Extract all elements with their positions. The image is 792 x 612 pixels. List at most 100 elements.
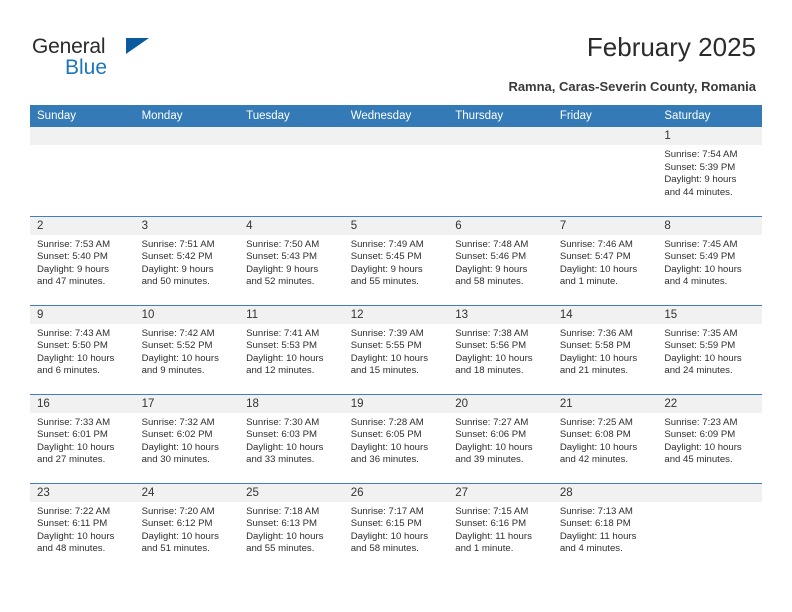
calendar-day-cell[interactable]: 6 Sunrise: 7:48 AM Sunset: 5:46 PM Daylight… bbox=[448, 215, 553, 305]
day-number: 8 bbox=[657, 216, 762, 235]
calendar-day-cell[interactable]: 11 Sunrise: 7:41 AM Sunset: 5:53 PM Dayligh… bbox=[239, 304, 344, 394]
calendar-day-cell-empty bbox=[134, 127, 240, 216]
daylight-duration-line2: and 55 minutes. bbox=[246, 543, 315, 555]
calendar-day-cell[interactable]: 19 Sunrise: 7:28 AM Sunset: 6:05 PM Dayligh… bbox=[343, 393, 449, 483]
sunrise-time: Sunrise: 7:13 AM bbox=[559, 505, 633, 517]
sunset-time: Sunset: 5:47 PM bbox=[559, 251, 631, 263]
calendar-day-cell[interactable]: 18 Sunrise: 7:30 AM Sunset: 6:03 PM Dayligh… bbox=[239, 393, 344, 483]
calendar-day-cell[interactable]: 9 Sunrise: 7:43 AM Sunset: 5:50 PM Daylight… bbox=[30, 304, 135, 394]
day-number: 10 bbox=[134, 305, 240, 324]
calendar-day-cell[interactable]: 2 Sunrise: 7:53 AM Sunset: 5:40 PM Daylight… bbox=[30, 215, 135, 305]
daylight-duration-line2: and 58 minutes. bbox=[350, 543, 419, 555]
daylight-duration-line1: Daylight: 10 hours bbox=[37, 352, 115, 364]
sunset-time: Sunset: 5:50 PM bbox=[37, 340, 108, 352]
daylight-duration-line1: Daylight: 10 hours bbox=[37, 530, 115, 542]
sunset-time: Sunset: 6:03 PM bbox=[246, 429, 318, 441]
day-number: 9 bbox=[30, 305, 135, 324]
day-details: Sunrise: 7:35 AM Sunset: 5:59 PM Daylight:… bbox=[657, 324, 762, 378]
calendar-day-cell[interactable]: 21 Sunrise: 7:25 AM Sunset: 6:08 PM Dayligh… bbox=[552, 393, 658, 483]
daylight-duration-line1: Daylight: 10 hours bbox=[559, 441, 638, 453]
daylight-duration-line2: and 58 minutes. bbox=[455, 276, 524, 288]
day-number: 28 bbox=[552, 483, 658, 502]
daylight-duration-line2: and 4 minutes. bbox=[664, 276, 728, 288]
day-number: 21 bbox=[552, 394, 658, 413]
sunset-time: Sunset: 6:13 PM bbox=[246, 518, 318, 530]
calendar-day-cell[interactable]: 10 Sunrise: 7:42 AM Sunset: 5:52 PM Dayligh… bbox=[134, 304, 240, 394]
calendar-week-row: 2 Sunrise: 7:53 AM Sunset: 5:40 PM Daylight… bbox=[30, 215, 762, 305]
calendar-day-cell[interactable]: 14 Sunrise: 7:36 AM Sunset: 5:58 PM Dayligh… bbox=[552, 304, 658, 394]
sunset-time: Sunset: 6:15 PM bbox=[350, 518, 422, 530]
calendar-day-cell[interactable]: 22 Sunrise: 7:23 AM Sunset: 6:09 PM Dayligh… bbox=[657, 393, 762, 483]
sunrise-time: Sunrise: 7:49 AM bbox=[350, 238, 424, 250]
logo-text-blue: Blue bbox=[65, 56, 108, 79]
sunset-time: Sunset: 6:18 PM bbox=[559, 518, 631, 530]
sunrise-time: Sunrise: 7:25 AM bbox=[559, 416, 633, 428]
daylight-duration-line1: Daylight: 9 hours bbox=[246, 263, 319, 275]
day-number bbox=[239, 127, 344, 145]
daylight-duration-line2: and 39 minutes. bbox=[455, 454, 524, 466]
day-number bbox=[343, 127, 449, 145]
calendar-day-cell[interactable]: 7 Sunrise: 7:46 AM Sunset: 5:47 PM Daylight… bbox=[552, 215, 658, 305]
day-details: Sunrise: 7:46 AM Sunset: 5:47 PM Daylight:… bbox=[553, 235, 658, 289]
calendar-day-cell[interactable]: 3 Sunrise: 7:51 AM Sunset: 5:42 PM Daylight… bbox=[134, 215, 240, 305]
column-header-wednesday: Wednesday bbox=[343, 105, 449, 127]
sunset-time: Sunset: 5:56 PM bbox=[455, 340, 527, 352]
daylight-duration-line2: and 45 minutes. bbox=[664, 454, 733, 466]
day-number: 12 bbox=[343, 305, 449, 324]
day-details: Sunrise: 7:18 AM Sunset: 6:13 PM Daylight:… bbox=[239, 502, 344, 556]
sunrise-time: Sunrise: 7:36 AM bbox=[559, 327, 633, 339]
sunset-time: Sunset: 6:01 PM bbox=[37, 429, 108, 441]
sunrise-time: Sunrise: 7:48 AM bbox=[455, 238, 529, 250]
sunrise-time: Sunrise: 7:43 AM bbox=[37, 327, 111, 339]
calendar-day-cell-empty bbox=[657, 482, 762, 572]
calendar-day-cell[interactable]: 8 Sunrise: 7:45 AM Sunset: 5:49 PM Daylight… bbox=[657, 215, 762, 305]
day-details: Sunrise: 7:54 AM Sunset: 5:39 PM Daylight:… bbox=[657, 145, 762, 199]
daylight-duration-line1: Daylight: 10 hours bbox=[141, 441, 219, 453]
day-details: Sunrise: 7:38 AM Sunset: 5:56 PM Daylight:… bbox=[448, 324, 553, 378]
day-details: Sunrise: 7:13 AM Sunset: 6:18 PM Daylight:… bbox=[553, 502, 658, 556]
daylight-duration-line1: Daylight: 10 hours bbox=[37, 441, 115, 453]
sunset-time: Sunset: 6:11 PM bbox=[37, 518, 108, 530]
day-number: 26 bbox=[343, 483, 449, 502]
daylight-duration-line2: and 42 minutes. bbox=[559, 454, 629, 466]
column-header-saturday: Saturday bbox=[657, 105, 762, 127]
day-number: 24 bbox=[134, 483, 240, 502]
sunrise-time: Sunrise: 7:18 AM bbox=[246, 505, 320, 517]
calendar-day-cell[interactable]: 12 Sunrise: 7:39 AM Sunset: 5:55 PM Dayligh… bbox=[343, 304, 449, 394]
sunrise-time: Sunrise: 7:32 AM bbox=[141, 416, 215, 428]
sunset-time: Sunset: 5:39 PM bbox=[664, 161, 736, 173]
calendar-day-cell[interactable]: 27 Sunrise: 7:15 AM Sunset: 6:16 PM Dayligh… bbox=[448, 482, 553, 572]
calendar-day-cell[interactable]: 4 Sunrise: 7:50 AM Sunset: 5:43 PM Daylight… bbox=[239, 215, 344, 305]
daylight-duration-line1: Daylight: 10 hours bbox=[246, 352, 324, 364]
day-details: Sunrise: 7:32 AM Sunset: 6:02 PM Daylight:… bbox=[135, 413, 240, 467]
day-number: 19 bbox=[343, 394, 449, 413]
calendar-day-cell[interactable]: 26 Sunrise: 7:17 AM Sunset: 6:15 PM Dayligh… bbox=[343, 482, 449, 572]
sunrise-time: Sunrise: 7:38 AM bbox=[455, 327, 529, 339]
calendar-day-cell[interactable]: 17 Sunrise: 7:32 AM Sunset: 6:02 PM Dayligh… bbox=[134, 393, 240, 483]
sunset-time: Sunset: 5:55 PM bbox=[350, 340, 422, 352]
day-details: Sunrise: 7:20 AM Sunset: 6:12 PM Daylight:… bbox=[135, 502, 240, 556]
day-number: 3 bbox=[134, 216, 240, 235]
daylight-duration-line2: and 1 minute. bbox=[455, 543, 514, 555]
daylight-duration-line2: and 44 minutes. bbox=[664, 186, 733, 198]
calendar-day-cell[interactable]: 15 Sunrise: 7:35 AM Sunset: 5:59 PM Dayligh… bbox=[657, 304, 762, 394]
calendar-day-cell[interactable]: 24 Sunrise: 7:20 AM Sunset: 6:12 PM Dayligh… bbox=[134, 482, 240, 572]
calendar-day-cell[interactable]: 1 Sunrise: 7:54 AM Sunset: 5:39 PM Daylight… bbox=[657, 127, 762, 216]
calendar-week-row: 1 Sunrise: 7:54 AM Sunset: 5:39 PM Daylight… bbox=[30, 127, 762, 216]
daylight-duration-line1: Daylight: 9 hours bbox=[455, 263, 528, 275]
general-blue-logo[interactable]: General Blue bbox=[32, 36, 212, 82]
calendar-day-cell[interactable]: 25 Sunrise: 7:18 AM Sunset: 6:13 PM Dayligh… bbox=[239, 482, 344, 572]
sunrise-time: Sunrise: 7:27 AM bbox=[455, 416, 529, 428]
calendar-day-cell[interactable]: 20 Sunrise: 7:27 AM Sunset: 6:06 PM Dayligh… bbox=[448, 393, 553, 483]
sunset-time: Sunset: 6:16 PM bbox=[455, 518, 527, 530]
calendar-day-cell[interactable]: 23 Sunrise: 7:22 AM Sunset: 6:11 PM Dayligh… bbox=[30, 482, 135, 572]
calendar-page: General Blue February 2025 Ramna, Caras-… bbox=[0, 0, 792, 612]
calendar-day-cell[interactable]: 16 Sunrise: 7:33 AM Sunset: 6:01 PM Dayligh… bbox=[30, 393, 135, 483]
day-number: 18 bbox=[239, 394, 344, 413]
column-header-sunday: Sunday bbox=[30, 105, 135, 127]
calendar-day-cell[interactable]: 5 Sunrise: 7:49 AM Sunset: 5:45 PM Daylight… bbox=[343, 215, 449, 305]
calendar-day-cell[interactable]: 28 Sunrise: 7:13 AM Sunset: 6:18 PM Dayligh… bbox=[552, 482, 658, 572]
calendar-day-cell[interactable]: 13 Sunrise: 7:38 AM Sunset: 5:56 PM Dayligh… bbox=[448, 304, 553, 394]
sunrise-sunset-calendar: Sunday Monday Tuesday Wednesday Thursday… bbox=[30, 105, 762, 572]
day-number bbox=[448, 127, 553, 145]
